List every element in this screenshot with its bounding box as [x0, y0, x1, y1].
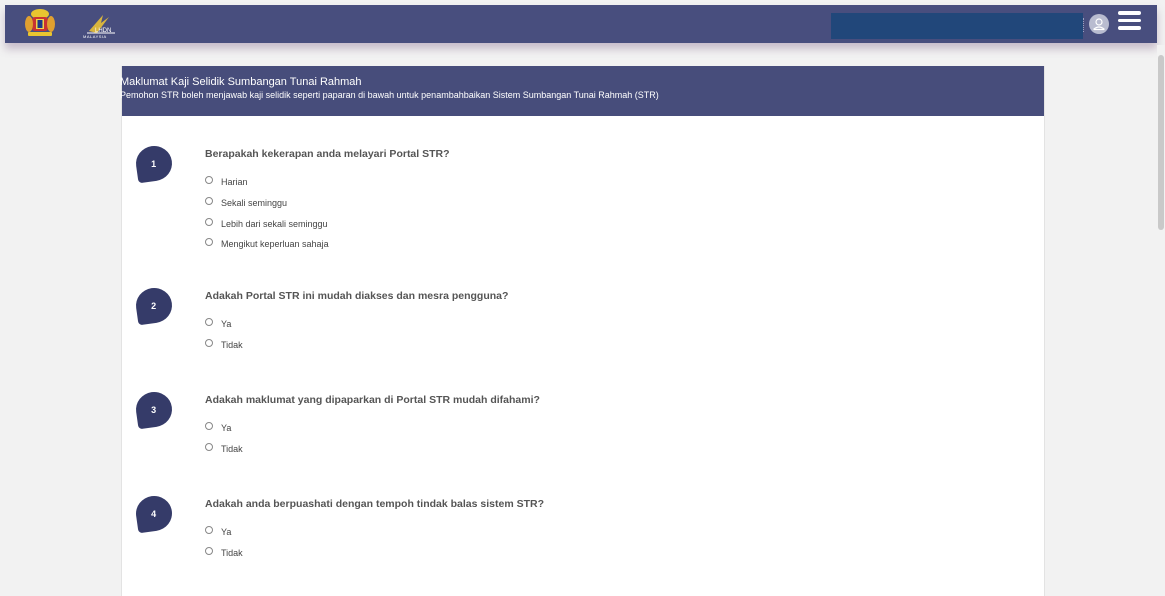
- scrollbar[interactable]: [1157, 45, 1165, 592]
- option-label: Tidak: [221, 548, 243, 559]
- option-ya[interactable]: Ya: [205, 522, 243, 543]
- radio-button[interactable]: [205, 238, 213, 247]
- option-lebih-dari-sekali-seminggu[interactable]: Lebih dari sekali seminggu: [205, 213, 329, 234]
- top-navbar: LHDN MALAYSIA: [5, 5, 1157, 43]
- radio-button[interactable]: [205, 443, 213, 452]
- options-group: Ya Tidak: [205, 522, 243, 563]
- option-harian[interactable]: Harian: [205, 172, 329, 193]
- hamburger-menu-icon[interactable]: [1118, 11, 1142, 35]
- scrollbar-thumb[interactable]: [1158, 55, 1164, 230]
- question-text: Adakah maklumat yang dipaparkan di Porta…: [205, 394, 540, 406]
- radio-button[interactable]: [205, 318, 213, 327]
- survey-title: Maklumat Kaji Selidik Sumbangan Tunai Ra…: [120, 76, 362, 88]
- option-label: Mengikut keperluan sahaja: [221, 239, 329, 250]
- survey-subtitle: Pemohon STR boleh menjawab kaji selidik …: [120, 90, 659, 100]
- option-ya[interactable]: Ya: [205, 418, 243, 439]
- question-number-badge: 3: [133, 389, 175, 430]
- option-sekali-seminggu[interactable]: Sekali seminggu: [205, 193, 329, 214]
- option-label: Tidak: [221, 444, 243, 455]
- option-label: Tidak: [221, 340, 243, 351]
- options-group: Ya Tidak: [205, 314, 243, 355]
- option-mengikut-keperluan-sahaja[interactable]: Mengikut keperluan sahaja: [205, 234, 329, 255]
- radio-button[interactable]: [205, 526, 213, 535]
- question-number-badge: 2: [133, 285, 175, 326]
- radio-button[interactable]: [205, 217, 213, 226]
- question-number-badge: 4: [133, 493, 175, 534]
- option-tidak[interactable]: Tidak: [205, 439, 243, 460]
- logo-subtext: MALAYSIA: [83, 34, 107, 39]
- question-text: Adakah anda berpuashati dengan tempoh ti…: [205, 498, 544, 510]
- lhdn-logo[interactable]: LHDN MALAYSIA: [81, 9, 123, 39]
- search-input[interactable]: [831, 13, 1083, 39]
- radio-button[interactable]: [205, 339, 213, 348]
- question-number: 1: [151, 158, 157, 169]
- survey-header: Maklumat Kaji Selidik Sumbangan Tunai Ra…: [120, 66, 1044, 116]
- radio-button[interactable]: [205, 197, 213, 206]
- question-number: 4: [151, 508, 157, 519]
- option-label: Ya: [221, 423, 232, 434]
- option-label: Sekali seminggu: [221, 198, 288, 209]
- option-ya[interactable]: Ya: [205, 314, 243, 335]
- question-text: Adakah Portal STR ini mudah diakses dan …: [205, 290, 509, 302]
- option-tidak[interactable]: Tidak: [205, 335, 243, 356]
- options-group: Ya Tidak: [205, 418, 243, 459]
- question-text: Berapakah kekerapan anda melayari Portal…: [205, 148, 450, 160]
- user-icon[interactable]: [1089, 14, 1109, 34]
- radio-button[interactable]: [205, 176, 213, 185]
- option-tidak[interactable]: Tidak: [205, 543, 243, 564]
- survey-card: Maklumat Kaji Selidik Sumbangan Tunai Ra…: [120, 66, 1045, 596]
- option-label: Ya: [221, 527, 232, 538]
- question-number: 3: [151, 404, 157, 415]
- option-label: Lebih dari sekali seminggu: [221, 218, 328, 229]
- question-number: 2: [151, 300, 157, 311]
- divider: [1083, 18, 1086, 32]
- options-group: Harian Sekali seminggu Lebih dari sekali…: [205, 172, 329, 255]
- malaysia-coat-of-arms-icon[interactable]: [24, 8, 56, 38]
- radio-button[interactable]: [205, 422, 213, 431]
- option-label: Ya: [221, 319, 232, 330]
- radio-button[interactable]: [205, 547, 213, 556]
- option-label: Harian: [221, 177, 248, 188]
- question-number-badge: 1: [133, 143, 175, 184]
